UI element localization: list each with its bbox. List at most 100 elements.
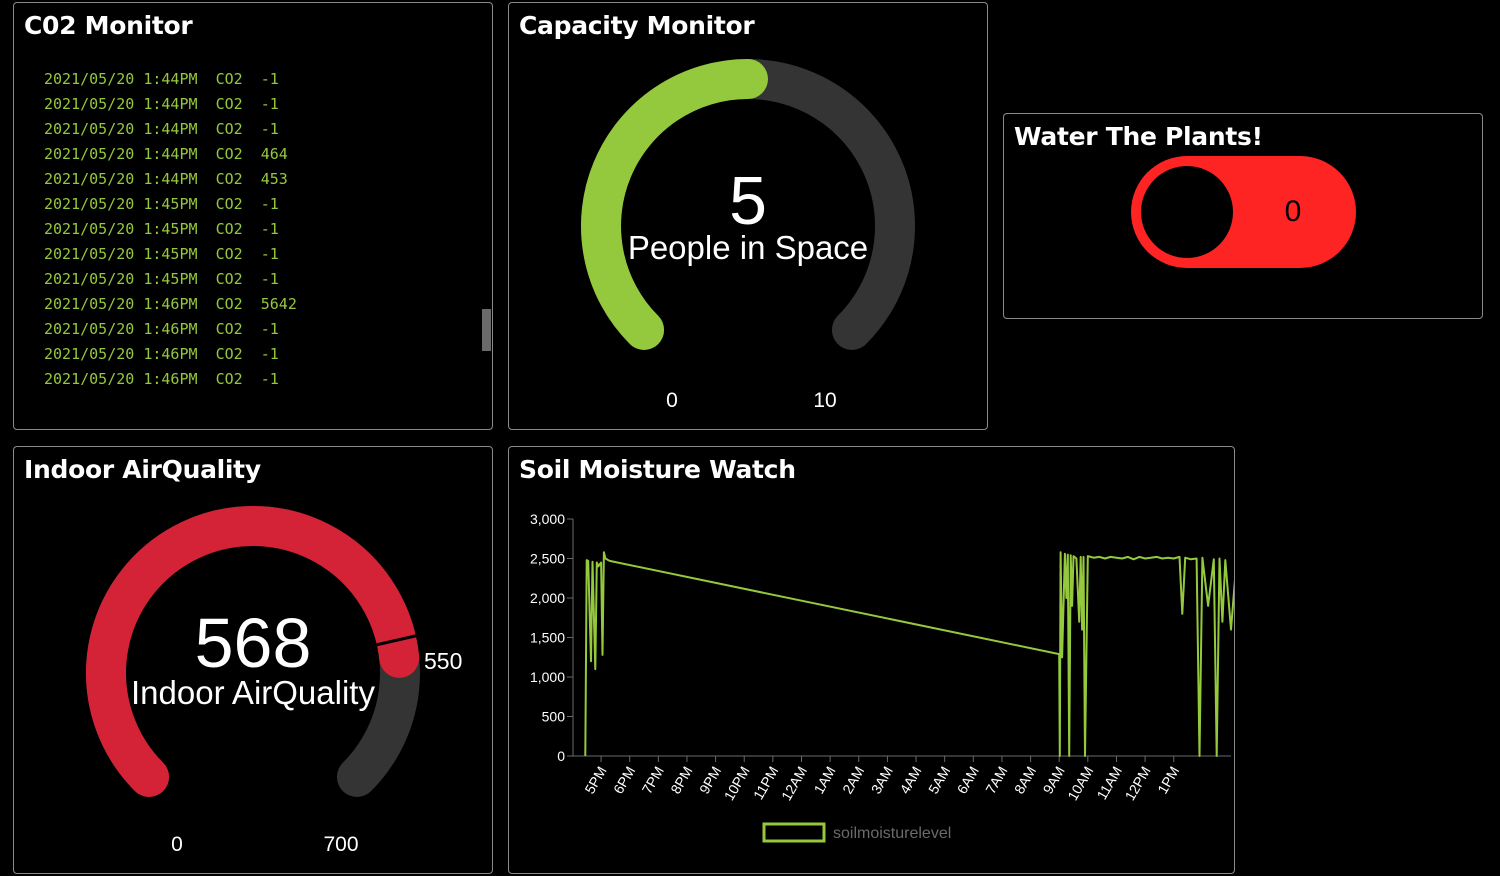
y-tick-label: 3,000 xyxy=(530,511,565,527)
co2-monitor-title: C02 Monitor xyxy=(24,11,193,40)
log-value: -1 xyxy=(260,70,279,88)
log-label: CO2 xyxy=(215,320,243,338)
log-value: -1 xyxy=(260,370,279,385)
air-quality-label: Indoor AirQuality xyxy=(131,674,375,711)
co2-log-row: 2021/05/20 1:45PM CO2 -1 xyxy=(44,242,484,267)
capacity-value: 5 xyxy=(729,163,767,239)
legend-label: soilmoisturelevel xyxy=(833,825,951,842)
log-label: CO2 xyxy=(215,95,243,113)
log-time: 2021/05/20 1:44PM xyxy=(44,95,198,113)
toggle-knob xyxy=(1141,166,1233,258)
y-tick-label: 2,000 xyxy=(530,590,565,606)
log-value: -1 xyxy=(260,345,279,363)
log-label: CO2 xyxy=(215,345,243,363)
x-tick-label: 10AM xyxy=(1064,764,1096,804)
log-time: 2021/05/20 1:46PM xyxy=(44,295,198,313)
y-tick-label: 1,000 xyxy=(530,669,565,685)
co2-monitor-panel: C02 Monitor 2021/05/20 1:44PM CO2 -1 2021… xyxy=(13,2,493,430)
log-time: 2021/05/20 1:44PM xyxy=(44,120,198,138)
air-quality-value: 568 xyxy=(195,604,312,682)
capacity-max-label: 10 xyxy=(813,389,836,412)
x-tick-label: 9PM xyxy=(696,764,724,797)
x-tick-label: 8AM xyxy=(1011,764,1039,797)
capacity-monitor-panel: Capacity Monitor 5 People in Space 0 10 xyxy=(508,2,988,430)
log-time: 2021/05/20 1:46PM xyxy=(44,370,198,385)
x-tick-label: 11PM xyxy=(750,764,782,803)
log-value: -1 xyxy=(260,245,279,263)
log-time: 2021/05/20 1:46PM xyxy=(44,320,198,338)
co2-log-row: 2021/05/20 1:46PM CO2 5642 xyxy=(44,292,484,317)
log-time: 2021/05/20 1:44PM xyxy=(44,170,198,188)
x-tick-label: 5PM xyxy=(581,764,609,797)
x-tick-label: 6PM xyxy=(610,764,638,797)
log-value: -1 xyxy=(260,270,279,288)
log-value: 464 xyxy=(260,145,288,163)
water-plants-title: Water The Plants! xyxy=(1014,122,1263,151)
water-plants-panel: Water The Plants! 0 xyxy=(1003,113,1483,319)
x-tick-label: 4AM xyxy=(896,764,924,797)
log-label: CO2 xyxy=(215,220,243,238)
log-value: -1 xyxy=(260,220,279,238)
log-time: 2021/05/20 1:44PM xyxy=(44,145,198,163)
log-time: 2021/05/20 1:45PM xyxy=(44,245,198,263)
air-quality-panel: Indoor AirQuality 568 Indoor AirQuality … xyxy=(13,446,493,874)
co2-log-row: 2021/05/20 1:44PM CO2 -1 xyxy=(44,67,484,92)
x-tick-label: 2AM xyxy=(839,764,867,797)
log-label: CO2 xyxy=(215,70,243,88)
x-tick-label: 3AM xyxy=(868,764,896,797)
soil-moisture-chart: 0 500 1,000 1,500 2,000 2,500 3,000 5PM 6PM 7PM 8P… xyxy=(530,511,1234,843)
log-value: 453 xyxy=(260,170,288,188)
co2-log-row: 2021/05/20 1:45PM CO2 -1 xyxy=(44,267,484,292)
y-tick-label: 2,500 xyxy=(530,551,565,567)
x-tick-label: 7AM xyxy=(982,764,1010,797)
capacity-gauge: 5 People in Space 0 10 xyxy=(581,59,915,412)
log-value: -1 xyxy=(260,195,279,213)
log-value: -1 xyxy=(260,320,279,338)
x-tick-label: 12AM xyxy=(778,764,810,804)
co2-log-list[interactable]: 2021/05/20 1:44PM CO2 -1 2021/05/20 1:44P… xyxy=(44,67,484,385)
co2-log-row: 2021/05/20 1:44PM CO2 -1 xyxy=(44,92,484,117)
log-label: CO2 xyxy=(215,120,243,138)
capacity-label: People in Space xyxy=(628,229,868,266)
x-tick-label: 7PM xyxy=(639,764,667,797)
log-label: CO2 xyxy=(215,270,243,288)
x-tick-label: 10PM xyxy=(721,764,753,804)
water-plants-toggle[interactable]: 0 xyxy=(1131,156,1356,268)
log-value: -1 xyxy=(260,95,279,113)
log-label: CO2 xyxy=(215,295,243,313)
air-threshold-label: 550 xyxy=(424,648,462,674)
y-tick-label: 1,500 xyxy=(530,630,565,646)
soil-moisture-series-line xyxy=(584,551,1234,757)
co2-log-row: 2021/05/20 1:44PM CO2 453 xyxy=(44,167,484,192)
x-tick-label: 5AM xyxy=(925,764,953,797)
x-tick-label: 6AM xyxy=(954,764,982,797)
co2-log-row: 2021/05/20 1:46PM CO2 -1 xyxy=(44,342,484,367)
log-time: 2021/05/20 1:46PM xyxy=(44,345,198,363)
log-label: CO2 xyxy=(215,170,243,188)
x-tick-label: 1AM xyxy=(810,764,838,797)
y-tick-label: 500 xyxy=(542,709,566,725)
log-label: CO2 xyxy=(215,195,243,213)
log-label: CO2 xyxy=(215,145,243,163)
soil-moisture-panel: Soil Moisture Watch 0 500 1,000 1,500 2,000 2… xyxy=(508,446,1235,874)
air-max-label: 700 xyxy=(323,833,358,856)
co2-log-row: 2021/05/20 1:45PM CO2 -1 xyxy=(44,192,484,217)
co2-log-row: 2021/05/20 1:46PM CO2 -1 xyxy=(44,367,484,385)
log-value: -1 xyxy=(260,120,279,138)
x-tick-label: 12PM xyxy=(1122,764,1154,804)
log-time: 2021/05/20 1:45PM xyxy=(44,195,198,213)
log-label: CO2 xyxy=(215,245,243,263)
x-tick-label: 8PM xyxy=(667,764,695,797)
co2-log-row: 2021/05/20 1:44PM CO2 464 xyxy=(44,142,484,167)
x-tick-label: 9AM xyxy=(1040,764,1068,797)
co2-log-row: 2021/05/20 1:45PM CO2 -1 xyxy=(44,217,484,242)
co2-log-row: 2021/05/20 1:46PM CO2 -1 xyxy=(44,317,484,342)
co2-log-row: 2021/05/20 1:44PM CO2 -1 xyxy=(44,117,484,142)
legend-swatch xyxy=(762,822,826,843)
log-time: 2021/05/20 1:45PM xyxy=(44,220,198,238)
log-time: 2021/05/20 1:45PM xyxy=(44,270,198,288)
co2-log-scrollbar[interactable] xyxy=(482,309,491,351)
log-label: CO2 xyxy=(215,370,243,385)
x-tick-label: 11AM xyxy=(1093,764,1125,803)
air-quality-gauge: 568 Indoor AirQuality 550 0 700 xyxy=(86,506,462,856)
